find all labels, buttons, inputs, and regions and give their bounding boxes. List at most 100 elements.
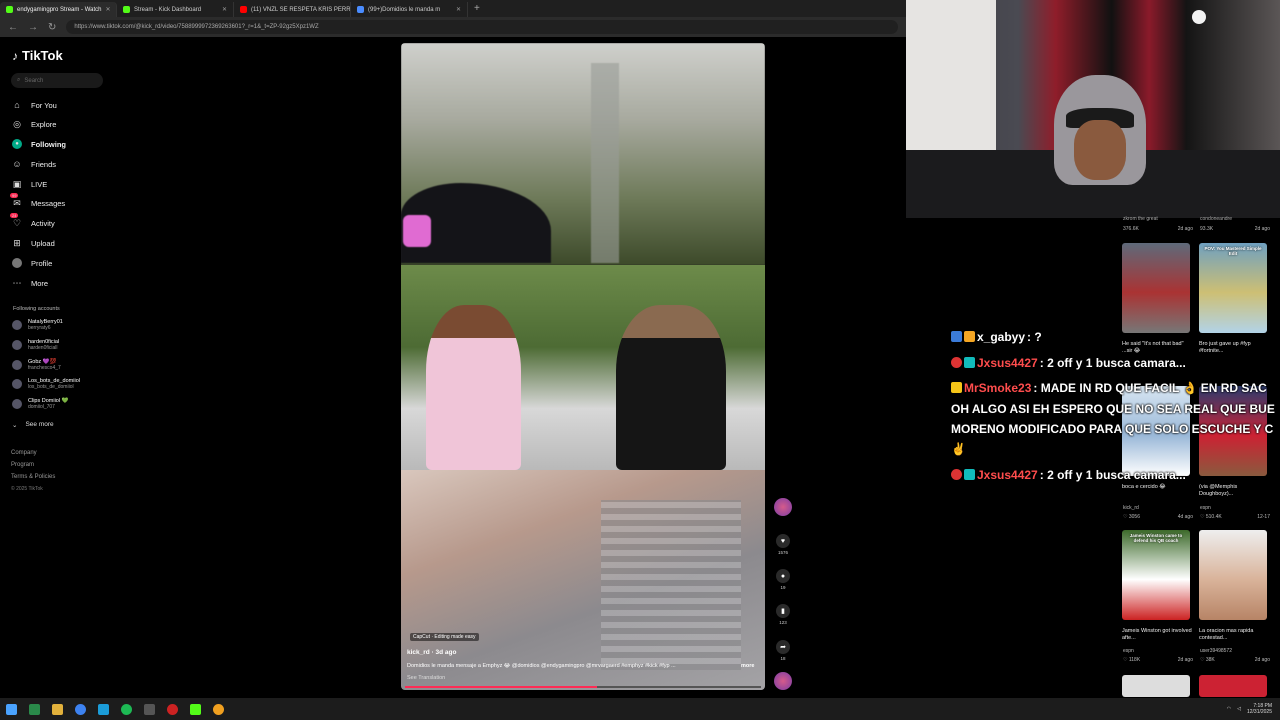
chat-text: ✌ bbox=[951, 442, 966, 456]
wifi-icon[interactable]: ◠ bbox=[1227, 706, 1231, 712]
bookmark-count: 123 bbox=[779, 620, 787, 625]
start-icon[interactable] bbox=[6, 703, 17, 715]
thumbnail-user[interactable]: kick_rd bbox=[1123, 505, 1193, 511]
video-progress-bar[interactable] bbox=[405, 686, 761, 688]
like-button[interactable]: ♥ 1576 bbox=[775, 534, 791, 555]
search-icon: ⌕ bbox=[17, 77, 21, 83]
back-icon[interactable]: ← bbox=[8, 22, 18, 33]
creator-avatar[interactable] bbox=[774, 498, 792, 516]
badge-icon bbox=[951, 357, 962, 368]
thumbnail-meta: ♡ 38K 2d ago bbox=[1200, 657, 1270, 663]
nav-profile[interactable]: Profile bbox=[12, 258, 52, 268]
thumbnail[interactable] bbox=[1122, 243, 1190, 333]
following-account[interactable]: Gobz 💜💯 franchesco4_7 bbox=[12, 359, 61, 371]
avatar bbox=[12, 340, 22, 350]
forward-icon[interactable]: → bbox=[28, 22, 38, 33]
nav-more[interactable]: ⋯ More bbox=[12, 278, 49, 288]
url-field[interactable]: https://www.tiktok.com/@kick_rd/video/75… bbox=[66, 20, 898, 34]
nav-following[interactable]: ● Following bbox=[12, 139, 66, 149]
browser-tab[interactable]: (99+)Domidios le manda m ✕ bbox=[351, 2, 468, 17]
new-tab-button[interactable]: + bbox=[474, 3, 480, 14]
kick-icon[interactable] bbox=[190, 703, 201, 715]
chat-text: OH ALGO ASI EH ESPERO QUE NO SEA REAL QU… bbox=[951, 402, 1275, 416]
nav-explore[interactable]: ◎ Explore bbox=[12, 119, 56, 129]
following-account[interactable]: Los_bots_de_domiiol los_bots_de_domiiol bbox=[12, 378, 80, 390]
chevron-down-icon: ⌄ bbox=[12, 422, 18, 429]
bookmark-button[interactable]: ▮ 123 bbox=[775, 604, 791, 625]
browser-tab[interactable]: endygamingpro Stream - Watch ✕ bbox=[0, 2, 117, 17]
avatar bbox=[12, 379, 22, 389]
thumbnail-user[interactable]: user39498572 bbox=[1200, 648, 1270, 654]
close-tab-icon[interactable]: ✕ bbox=[105, 6, 110, 13]
following-account[interactable]: harden0ficial harden0ficiall bbox=[12, 339, 59, 351]
video-frame-top bbox=[401, 43, 765, 265]
music-disc[interactable] bbox=[774, 672, 792, 690]
badge-icon bbox=[951, 382, 962, 393]
app-icon[interactable] bbox=[29, 703, 40, 715]
thumb-date: 2d ago bbox=[1254, 226, 1270, 232]
browser-icon[interactable] bbox=[75, 703, 86, 715]
nav-upload[interactable]: ⊞ Upload bbox=[12, 238, 55, 248]
address-bar-row: ← → ↻ https://www.tiktok.com/@kick_rd/vi… bbox=[0, 17, 906, 37]
video-player[interactable]: CapCut · Editing made easy kick_rd · 3d … bbox=[401, 43, 765, 690]
thumb-user: condoneandre bbox=[1200, 216, 1270, 222]
footer-terms[interactable]: Terms & Policies bbox=[11, 474, 55, 480]
nav-activity[interactable]: ♡ 24 Activity bbox=[10, 213, 55, 228]
youtube-favicon bbox=[240, 6, 247, 13]
capcut-tag[interactable]: CapCut · Editing made easy bbox=[410, 633, 479, 641]
thumbnail[interactable] bbox=[1199, 675, 1267, 697]
heart-icon: ♥ bbox=[776, 534, 790, 548]
nav-label: More bbox=[31, 278, 49, 288]
app-icon[interactable] bbox=[98, 703, 109, 715]
chat-text: : 2 off y 1 busca camara... bbox=[1039, 468, 1186, 482]
footer-company[interactable]: Company bbox=[11, 450, 37, 456]
chat-username: Jxsus4427 bbox=[977, 468, 1038, 482]
thumbnail[interactable] bbox=[1199, 530, 1267, 620]
close-tab-icon[interactable]: ✕ bbox=[222, 6, 227, 13]
folder-icon[interactable] bbox=[52, 703, 63, 715]
footer-program[interactable]: Program bbox=[11, 462, 34, 468]
browser-tab[interactable]: (11) VNZL SE RESPETA KRIS PERR ✕ bbox=[234, 2, 351, 17]
description-more-link[interactable]: more bbox=[741, 663, 754, 669]
thumbnail-caption[interactable]: Jameis Winston got involved afte... bbox=[1122, 628, 1192, 641]
spotify-icon[interactable] bbox=[121, 703, 132, 715]
messages-icon: ✉ 99 bbox=[10, 193, 21, 208]
app-icon[interactable] bbox=[144, 703, 155, 715]
clock-date: 12/31/2025 bbox=[1246, 709, 1272, 715]
chrome-icon[interactable] bbox=[213, 703, 224, 715]
browser-tab[interactable]: Stream - Kick Dashboard ✕ bbox=[117, 2, 234, 17]
thumbnail[interactable]: POV: You Mastered Simple Edit bbox=[1199, 243, 1267, 333]
following-account[interactable]: NatalyBerry01 berryraty6 bbox=[12, 319, 63, 331]
following-account[interactable]: Clips Domiiol 💚 domiiol_707 bbox=[12, 398, 68, 410]
reload-icon[interactable]: ↻ bbox=[48, 22, 56, 33]
thumbnail-user[interactable]: espn bbox=[1200, 505, 1270, 511]
thumbnail-caption[interactable]: La oracion mas rapida contestad... bbox=[1199, 628, 1269, 641]
nav-for-you[interactable]: ⌂ For You bbox=[12, 100, 57, 110]
volume-icon[interactable]: ◁ bbox=[1237, 706, 1241, 712]
stream-chat-overlay: x_gabyy: ? Jxsus4427: 2 off y 1 busca ca… bbox=[951, 330, 1280, 490]
clock[interactable]: 7:18 PM 12/31/2025 bbox=[1247, 703, 1272, 715]
thumbnail[interactable]: Jameis Winston came to defend his QB coa… bbox=[1122, 530, 1190, 620]
see-translation-link[interactable]: See Translation bbox=[407, 675, 445, 681]
chat-text: : MADE IN RD QUE FACIL 👌 EN RD SAC bbox=[1033, 381, 1267, 395]
thumbnail-user[interactable]: espn bbox=[1123, 648, 1193, 654]
see-more-button[interactable]: ⌄ See more bbox=[12, 421, 54, 429]
badge-icon bbox=[951, 469, 962, 480]
thumbnail[interactable] bbox=[1122, 675, 1190, 697]
obs-icon[interactable] bbox=[167, 703, 178, 715]
tiktok-logo[interactable]: ♪ TikTok bbox=[12, 48, 63, 63]
nav-live[interactable]: ▣ LIVE bbox=[12, 179, 48, 189]
close-tab-icon[interactable]: ✕ bbox=[456, 6, 461, 13]
video-author[interactable]: kick_rd · 3d ago bbox=[407, 649, 457, 656]
nav-messages[interactable]: ✉ 99 Messages bbox=[10, 193, 65, 208]
thumbnail-meta: ♡ 118K 2d ago bbox=[1123, 657, 1193, 663]
chat-text: : 2 off y 1 busca camara... bbox=[1039, 356, 1186, 370]
share-button[interactable]: ➦ 18 bbox=[775, 640, 791, 661]
video-description: Domidios le manda mensaje a Emphyz 😂 @do… bbox=[407, 663, 676, 669]
comment-button[interactable]: ● 19 bbox=[775, 569, 791, 590]
nav-friends[interactable]: ☺ Friends bbox=[12, 159, 56, 169]
thumbnail-meta: ♡ 510.4K 12-17 bbox=[1200, 514, 1270, 520]
thumbnail-likes: ♡ 3056 bbox=[1123, 514, 1140, 520]
chat-message: x_gabyy: ? bbox=[951, 330, 1042, 344]
search-input[interactable]: ⌕ Search bbox=[11, 73, 103, 88]
